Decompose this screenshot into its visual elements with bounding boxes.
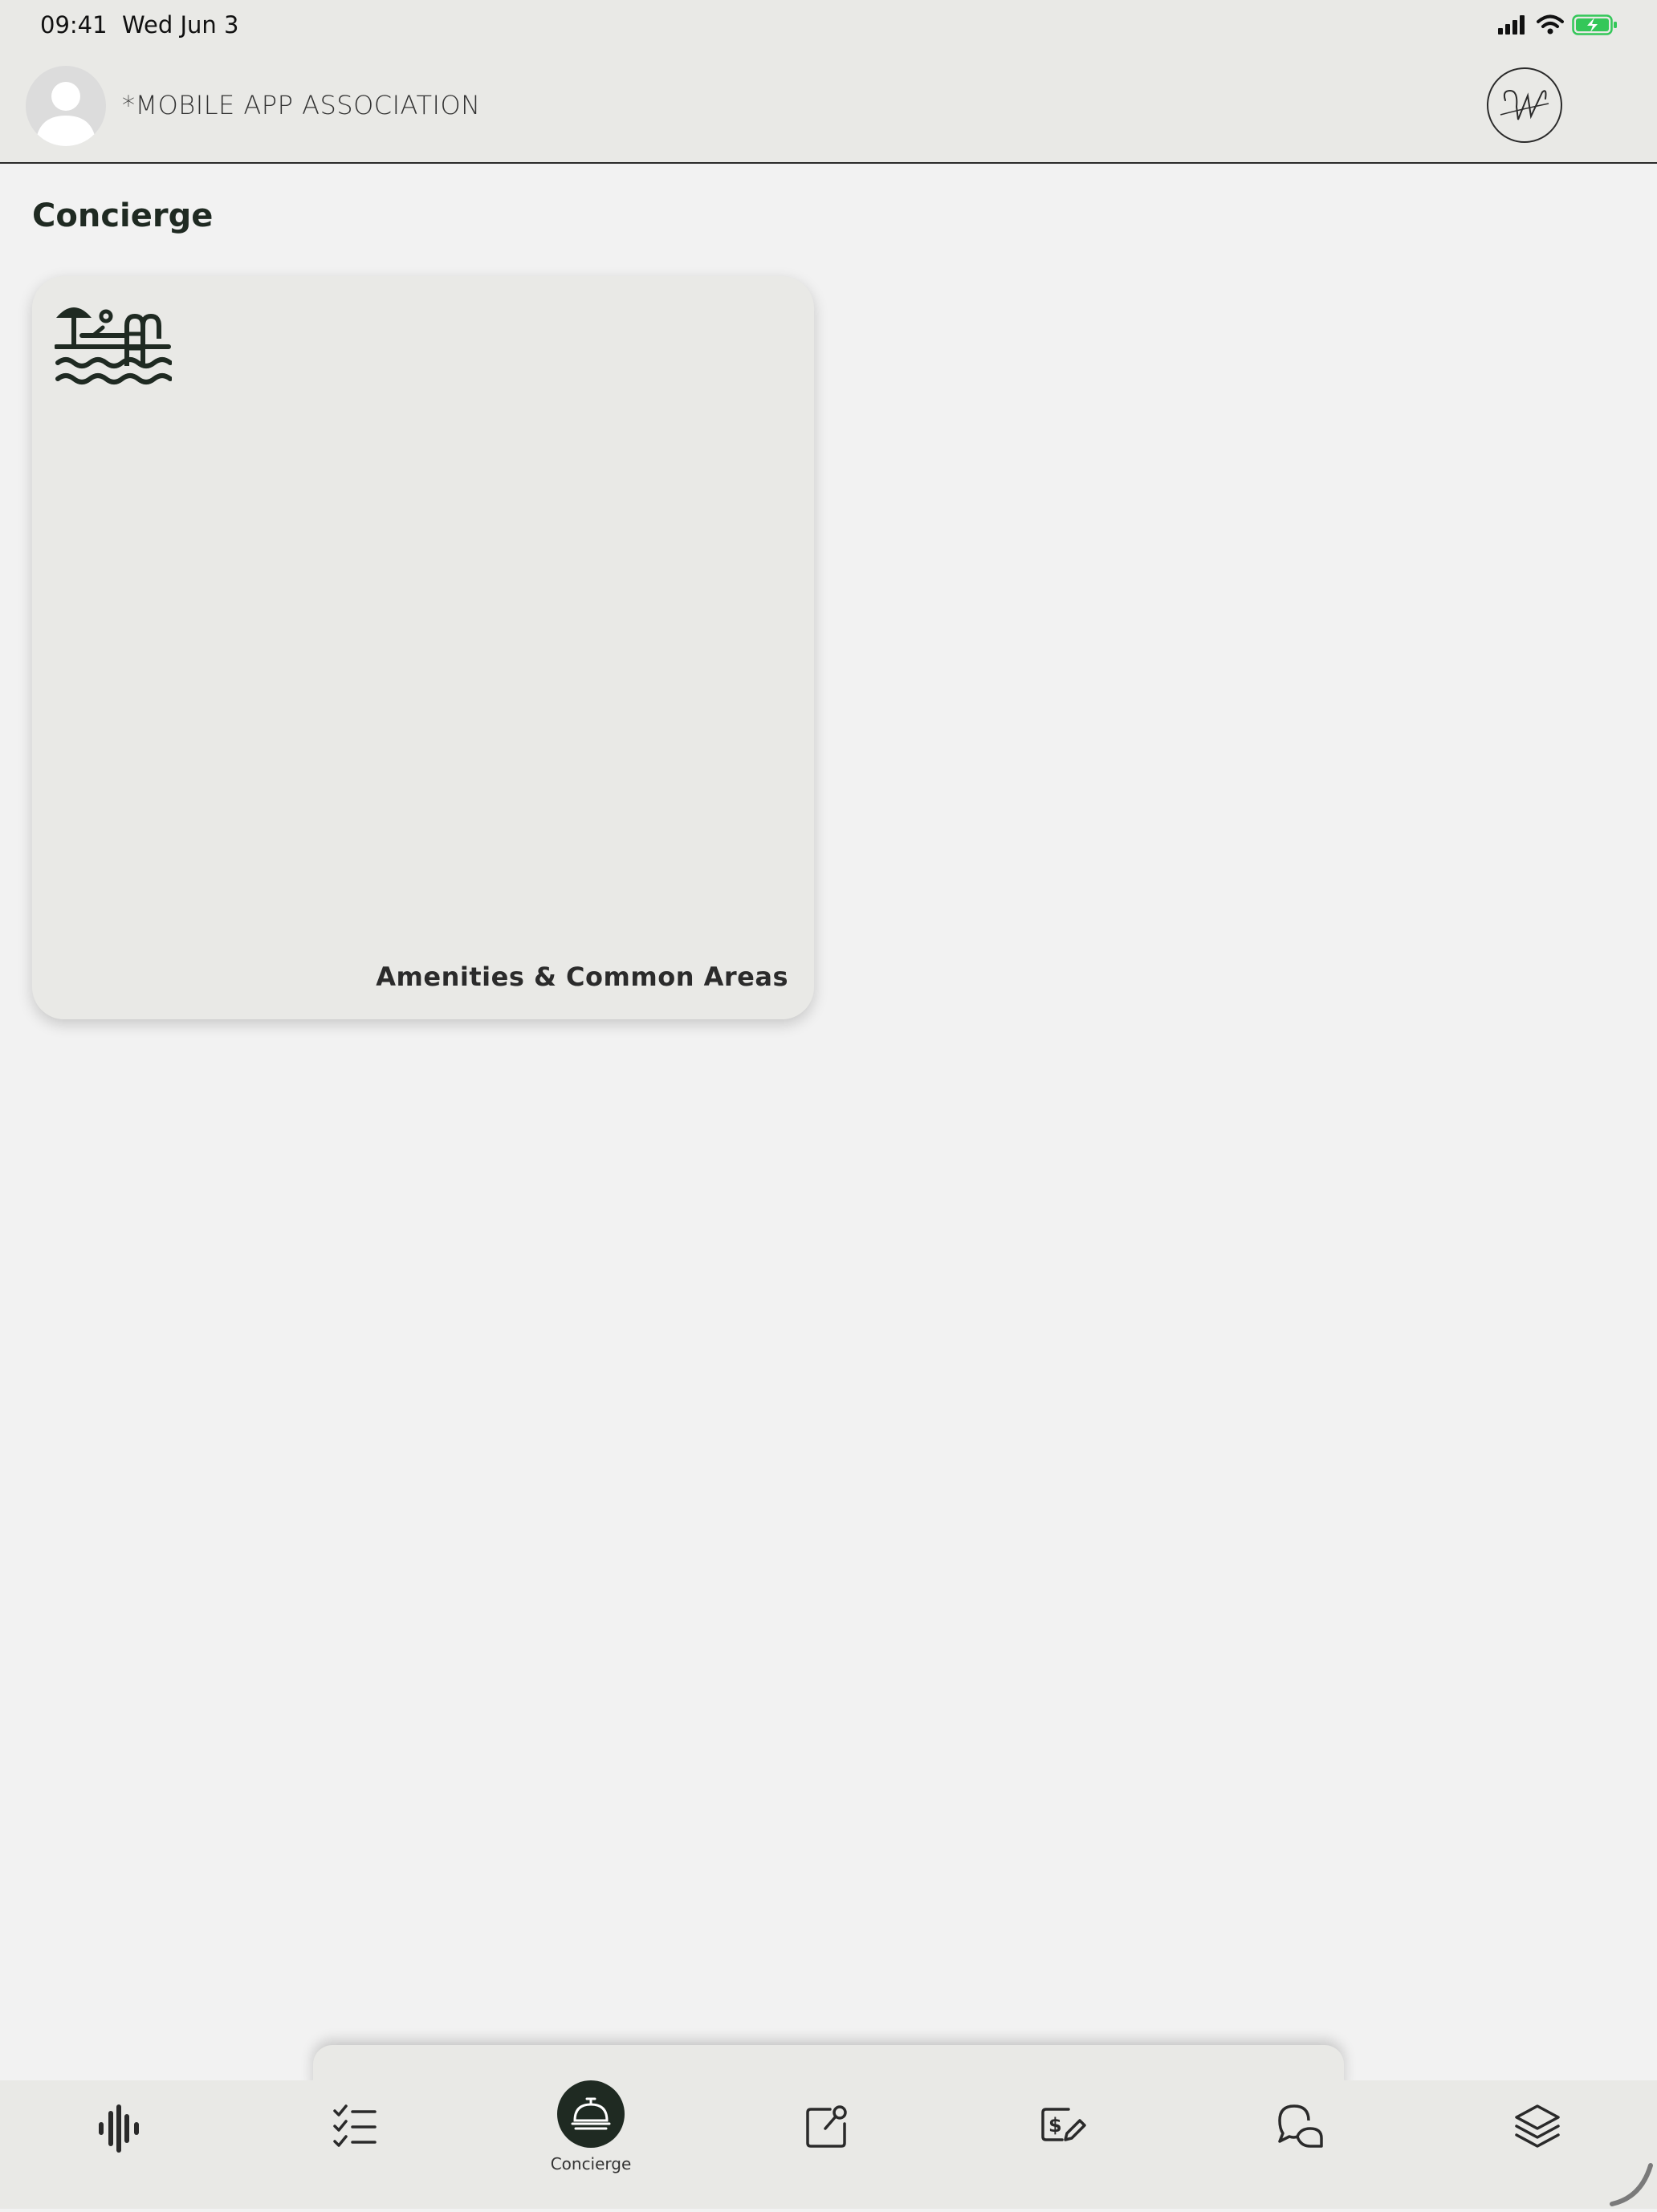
tab-label-concierge: Concierge <box>550 2154 632 2173</box>
layers-icon <box>1515 2104 1560 2148</box>
chat-bubbles-icon <box>1278 2104 1323 2148</box>
edit-square-icon <box>806 2105 847 2148</box>
checklist-icon <box>333 2104 377 2147</box>
tab-more[interactable] <box>1489 2080 1586 2201</box>
battery-charging-icon <box>1572 14 1617 35</box>
status-clock: 09:41 <box>40 11 108 39</box>
tab-activity[interactable] <box>71 2080 167 2201</box>
pool-amenities-icon <box>54 299 173 387</box>
payment-edit-icon: $ <box>1041 2108 1086 2141</box>
wifi-icon <box>1537 14 1564 35</box>
app-header: *MOBILE APP ASSOCIATION <box>0 50 1657 164</box>
tab-concierge[interactable]: Concierge <box>543 2080 639 2201</box>
status-date: Wed Jun 3 <box>122 11 239 39</box>
association-logo-icon <box>1486 67 1563 144</box>
concierge-bell-icon <box>571 2097 611 2130</box>
card-label: Amenities & Common Areas <box>376 962 788 992</box>
tab-tasks[interactable] <box>307 2080 403 2201</box>
user-avatar-icon[interactable] <box>26 66 106 146</box>
status-bar: 09:41 Wed Jun 3 <box>0 0 1657 50</box>
amenities-card[interactable]: Amenities & Common Areas <box>32 276 814 1019</box>
page-title: Concierge <box>32 197 214 234</box>
tab-active-indicator <box>557 2080 625 2148</box>
status-time: 09:41 Wed Jun 3 <box>40 11 238 39</box>
association-name[interactable]: *MOBILE APP ASSOCIATION <box>122 90 481 120</box>
tab-requests[interactable] <box>780 2080 876 2201</box>
svg-text:$: $ <box>1048 2114 1062 2137</box>
home-indicator-icon <box>1609 2159 1657 2209</box>
tab-payments[interactable]: $ <box>1016 2080 1112 2201</box>
audio-wave-icon <box>99 2104 139 2153</box>
tab-bar: Concierge $ <box>0 2080 1657 2209</box>
cellular-signal-icon <box>1498 15 1525 35</box>
status-icons <box>1498 14 1618 35</box>
tab-messages[interactable] <box>1252 2080 1349 2201</box>
